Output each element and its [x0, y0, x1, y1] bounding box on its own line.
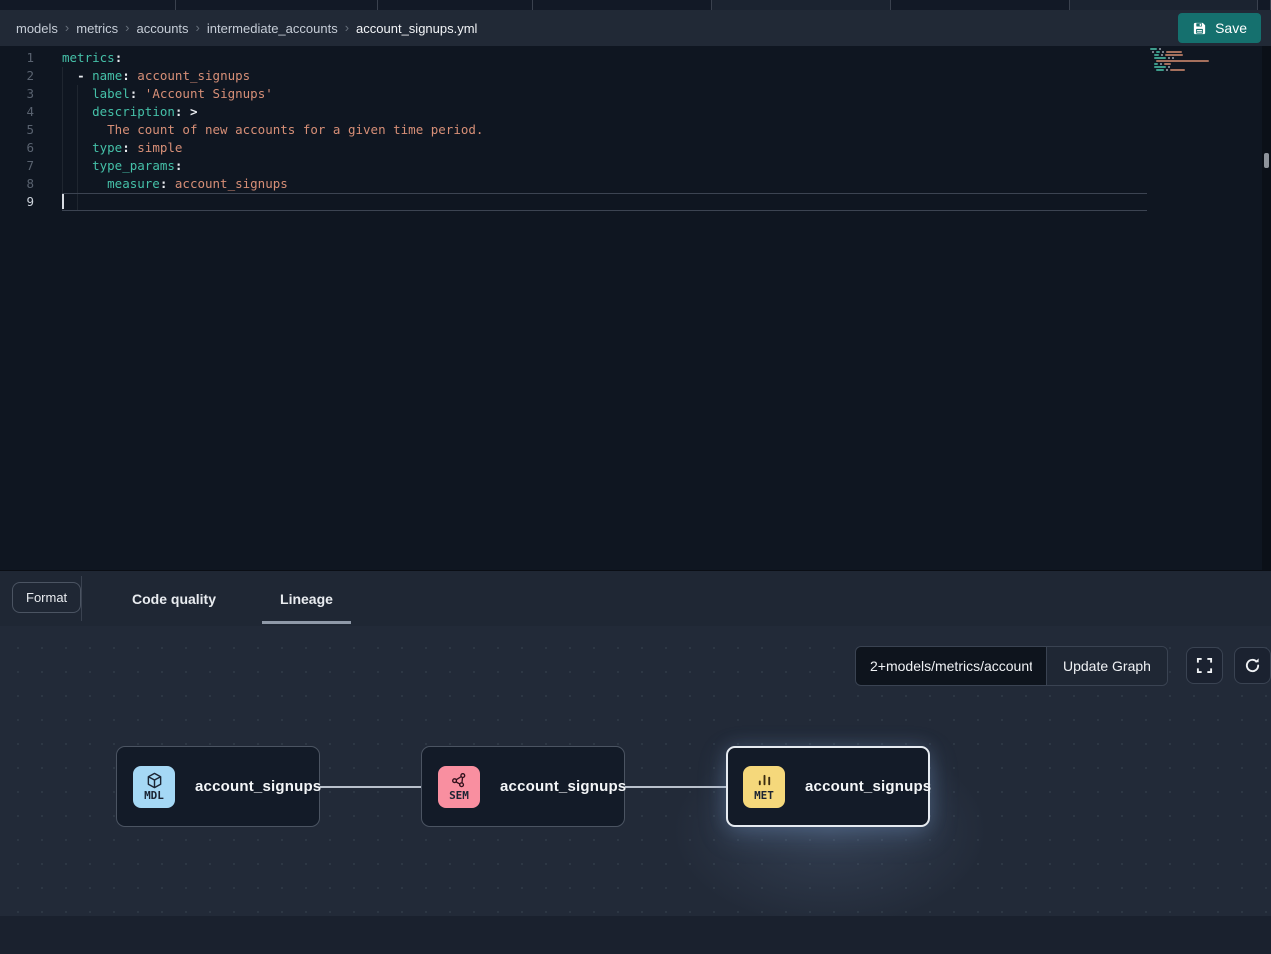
save-button-label: Save — [1215, 20, 1247, 36]
panel-tab-row: Format Code quality Lineage — [0, 571, 1271, 626]
canvas-bottom-strip — [0, 916, 1271, 954]
scrollbar-thumb[interactable] — [1264, 153, 1269, 168]
semantic-network-icon — [451, 772, 468, 789]
code-line-7[interactable]: 7 type_params: — [0, 157, 1160, 175]
line-number: 9 — [0, 193, 34, 211]
breadcrumb: models › metrics › accounts › intermediate_acc… — [16, 21, 1178, 36]
line-number: 4 — [0, 103, 34, 121]
lineage-edge — [625, 786, 726, 788]
current-line-highlight — [62, 193, 1147, 211]
cube-icon — [146, 772, 163, 789]
panel-tabs: Code quality Lineage — [100, 571, 365, 626]
line-number: 3 — [0, 85, 34, 103]
fullscreen-button[interactable] — [1186, 647, 1223, 684]
update-graph-button[interactable]: Update Graph — [1046, 647, 1167, 685]
tab-lineage[interactable]: Lineage — [248, 571, 365, 626]
lineage-filter-input[interactable] — [856, 647, 1046, 685]
editor-tab-7[interactable] — [1070, 0, 1258, 10]
editor-tab-1[interactable] — [0, 0, 176, 10]
code-line-1[interactable]: 1metrics: — [0, 49, 1160, 67]
line-number: 7 — [0, 157, 34, 175]
breadcrumb-item-metrics[interactable]: metrics — [76, 21, 118, 36]
node-label: account_signups — [805, 778, 931, 795]
breadcrumb-bar: models › metrics › accounts › intermediate_acc… — [0, 10, 1271, 46]
save-icon — [1192, 21, 1207, 36]
chevron-right-icon: › — [345, 20, 349, 35]
tab-label: Lineage — [280, 591, 333, 607]
bar-chart-icon — [756, 772, 773, 789]
fullscreen-icon — [1196, 657, 1213, 674]
code-line-2[interactable]: 2 - name: account_signups — [0, 67, 1160, 85]
badge-label: MET — [754, 790, 774, 802]
breadcrumb-item-intermediate_accounts[interactable]: intermediate_accounts — [207, 21, 338, 36]
node-type-badge-sem: SEM — [438, 766, 480, 808]
indent-guide — [62, 67, 63, 211]
code-line-8[interactable]: 8 measure: account_signups — [0, 175, 1160, 193]
badge-label: MDL — [144, 790, 164, 802]
lineage-controls: Update Graph — [855, 646, 1271, 686]
editor-tab-8[interactable] — [1258, 0, 1271, 10]
line-number: 2 — [0, 67, 34, 85]
badge-label: SEM — [449, 790, 469, 802]
editor-tab-6[interactable] — [891, 0, 1070, 10]
bottom-panel: Format Code quality Lineage Update Graph — [0, 570, 1271, 954]
node-type-badge-met: MET — [743, 766, 785, 808]
refresh-icon — [1244, 657, 1261, 674]
editor-scrollbar[interactable] — [1262, 46, 1271, 570]
tab-code-quality[interactable]: Code quality — [100, 571, 248, 626]
editor-tab-2[interactable] — [176, 0, 378, 10]
lineage-edge — [320, 786, 421, 788]
code-editor[interactable]: 1metrics:2 - name: account_signups3 labe… — [0, 46, 1271, 570]
tab-label: Code quality — [132, 591, 216, 607]
node-type-badge-mdl: MDL — [133, 766, 175, 808]
code-line-5[interactable]: 5 The count of new accounts for a given … — [0, 121, 1160, 139]
code-line-4[interactable]: 4 description: > — [0, 103, 1160, 121]
line-number: 6 — [0, 139, 34, 157]
breadcrumb-item-accounts[interactable]: accounts — [137, 21, 189, 36]
tab-divider — [81, 576, 82, 621]
breadcrumb-item-models[interactable]: models — [16, 21, 58, 36]
code-line-6[interactable]: 6 type: simple — [0, 139, 1160, 157]
save-button[interactable]: Save — [1178, 13, 1261, 43]
lineage-node-sem-account_signups[interactable]: SEM account_signups — [421, 746, 625, 827]
lineage-node-met-account_signups[interactable]: MET account_signups — [726, 746, 930, 827]
editor-tab-4[interactable] — [533, 0, 712, 10]
line-number: 5 — [0, 121, 34, 139]
ide-window: models › metrics › accounts › intermediate_acc… — [0, 0, 1271, 954]
chevron-right-icon: › — [196, 20, 200, 35]
line-number: 1 — [0, 49, 34, 67]
editor-tab-3[interactable] — [378, 0, 533, 10]
lineage-filter-group: Update Graph — [855, 646, 1168, 686]
minimap[interactable] — [1150, 48, 1256, 75]
code-area[interactable]: 1metrics:2 - name: account_signups3 labe… — [0, 49, 1160, 211]
node-label: account_signups — [500, 778, 626, 795]
lineage-canvas[interactable]: Update Graph — [0, 626, 1271, 916]
line-number: 8 — [0, 175, 34, 193]
breadcrumb-item-account_signups.yml[interactable]: account_signups.yml — [356, 21, 477, 36]
text-cursor — [62, 194, 64, 209]
node-label: account_signups — [195, 778, 321, 795]
editor-tab-strip — [0, 0, 1271, 10]
active-tab-underline — [262, 621, 351, 624]
code-line-3[interactable]: 3 label: 'Account Signups' — [0, 85, 1160, 103]
refresh-button[interactable] — [1234, 647, 1271, 684]
chevron-right-icon: › — [125, 20, 129, 35]
format-button[interactable]: Format — [12, 582, 81, 613]
chevron-right-icon: › — [65, 20, 69, 35]
editor-tab-5[interactable] — [712, 0, 891, 10]
lineage-node-mdl-account_signups[interactable]: MDL account_signups — [116, 746, 320, 827]
